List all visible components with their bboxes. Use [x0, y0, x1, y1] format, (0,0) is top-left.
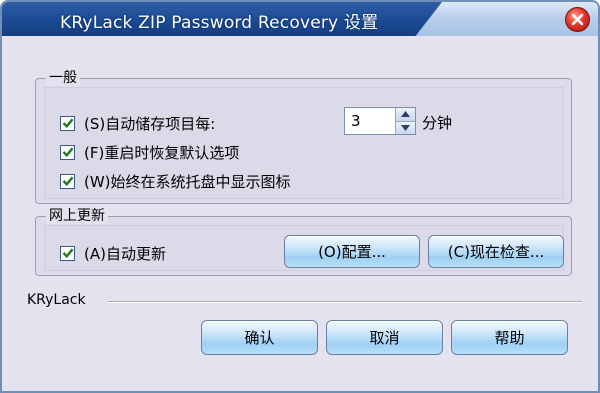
autosave-label: (S)自动储存项目每:: [84, 114, 216, 133]
spinner-buttons: [395, 108, 415, 134]
auto-update-checkbox[interactable]: [60, 245, 75, 261]
check-icon: [62, 176, 73, 187]
close-button[interactable]: [565, 7, 590, 32]
autosave-interval-value[interactable]: 3: [345, 108, 395, 134]
arrow-up-icon: [401, 111, 410, 118]
autosave-option[interactable]: (S)自动储存项目每:: [60, 112, 215, 134]
cancel-button[interactable]: 取消: [326, 320, 443, 355]
auto-update-label: (A)自动更新: [84, 244, 166, 263]
check-icon: [62, 118, 73, 129]
check-now-button[interactable]: (C)现在检查...: [428, 235, 564, 268]
autosave-checkbox[interactable]: [60, 115, 75, 131]
general-group-title: 一般: [46, 70, 80, 86]
configure-button[interactable]: (O)配置...: [284, 235, 420, 268]
ok-button[interactable]: 确认: [201, 320, 318, 355]
window-title: KRyLack ZIP Password Recovery 设置: [60, 13, 379, 33]
online-update-group-title: 网上更新: [46, 208, 108, 224]
tray-icon-checkbox[interactable]: [60, 173, 75, 189]
arrow-down-icon: [401, 124, 410, 131]
spinner-down-button[interactable]: [396, 121, 415, 134]
tray-icon-option[interactable]: (W)始终在系统托盘中显示图标: [60, 170, 291, 192]
check-icon: [62, 147, 73, 158]
help-button[interactable]: 帮助: [451, 320, 568, 355]
autosave-interval-spinner[interactable]: 3: [344, 107, 416, 135]
spinner-up-button[interactable]: [396, 108, 415, 122]
restore-defaults-checkbox[interactable]: [60, 144, 75, 160]
auto-update-option[interactable]: (A)自动更新: [60, 242, 166, 264]
footer-divider: [108, 301, 582, 303]
restore-defaults-label: (F)重启时恢复默认选项: [84, 143, 240, 162]
brand-label: KRyLack: [27, 292, 86, 308]
interval-unit-label: 分钟: [422, 114, 453, 132]
settings-dialog: KRyLack ZIP Password Recovery 设置 一般 (S)自…: [0, 0, 600, 393]
restore-defaults-option[interactable]: (F)重启时恢复默认选项: [60, 141, 239, 163]
check-icon: [62, 248, 73, 259]
title-bar[interactable]: KRyLack ZIP Password Recovery 设置: [2, 2, 598, 36]
tray-icon-label: (W)始终在系统托盘中显示图标: [84, 172, 291, 191]
close-icon: [571, 13, 584, 26]
